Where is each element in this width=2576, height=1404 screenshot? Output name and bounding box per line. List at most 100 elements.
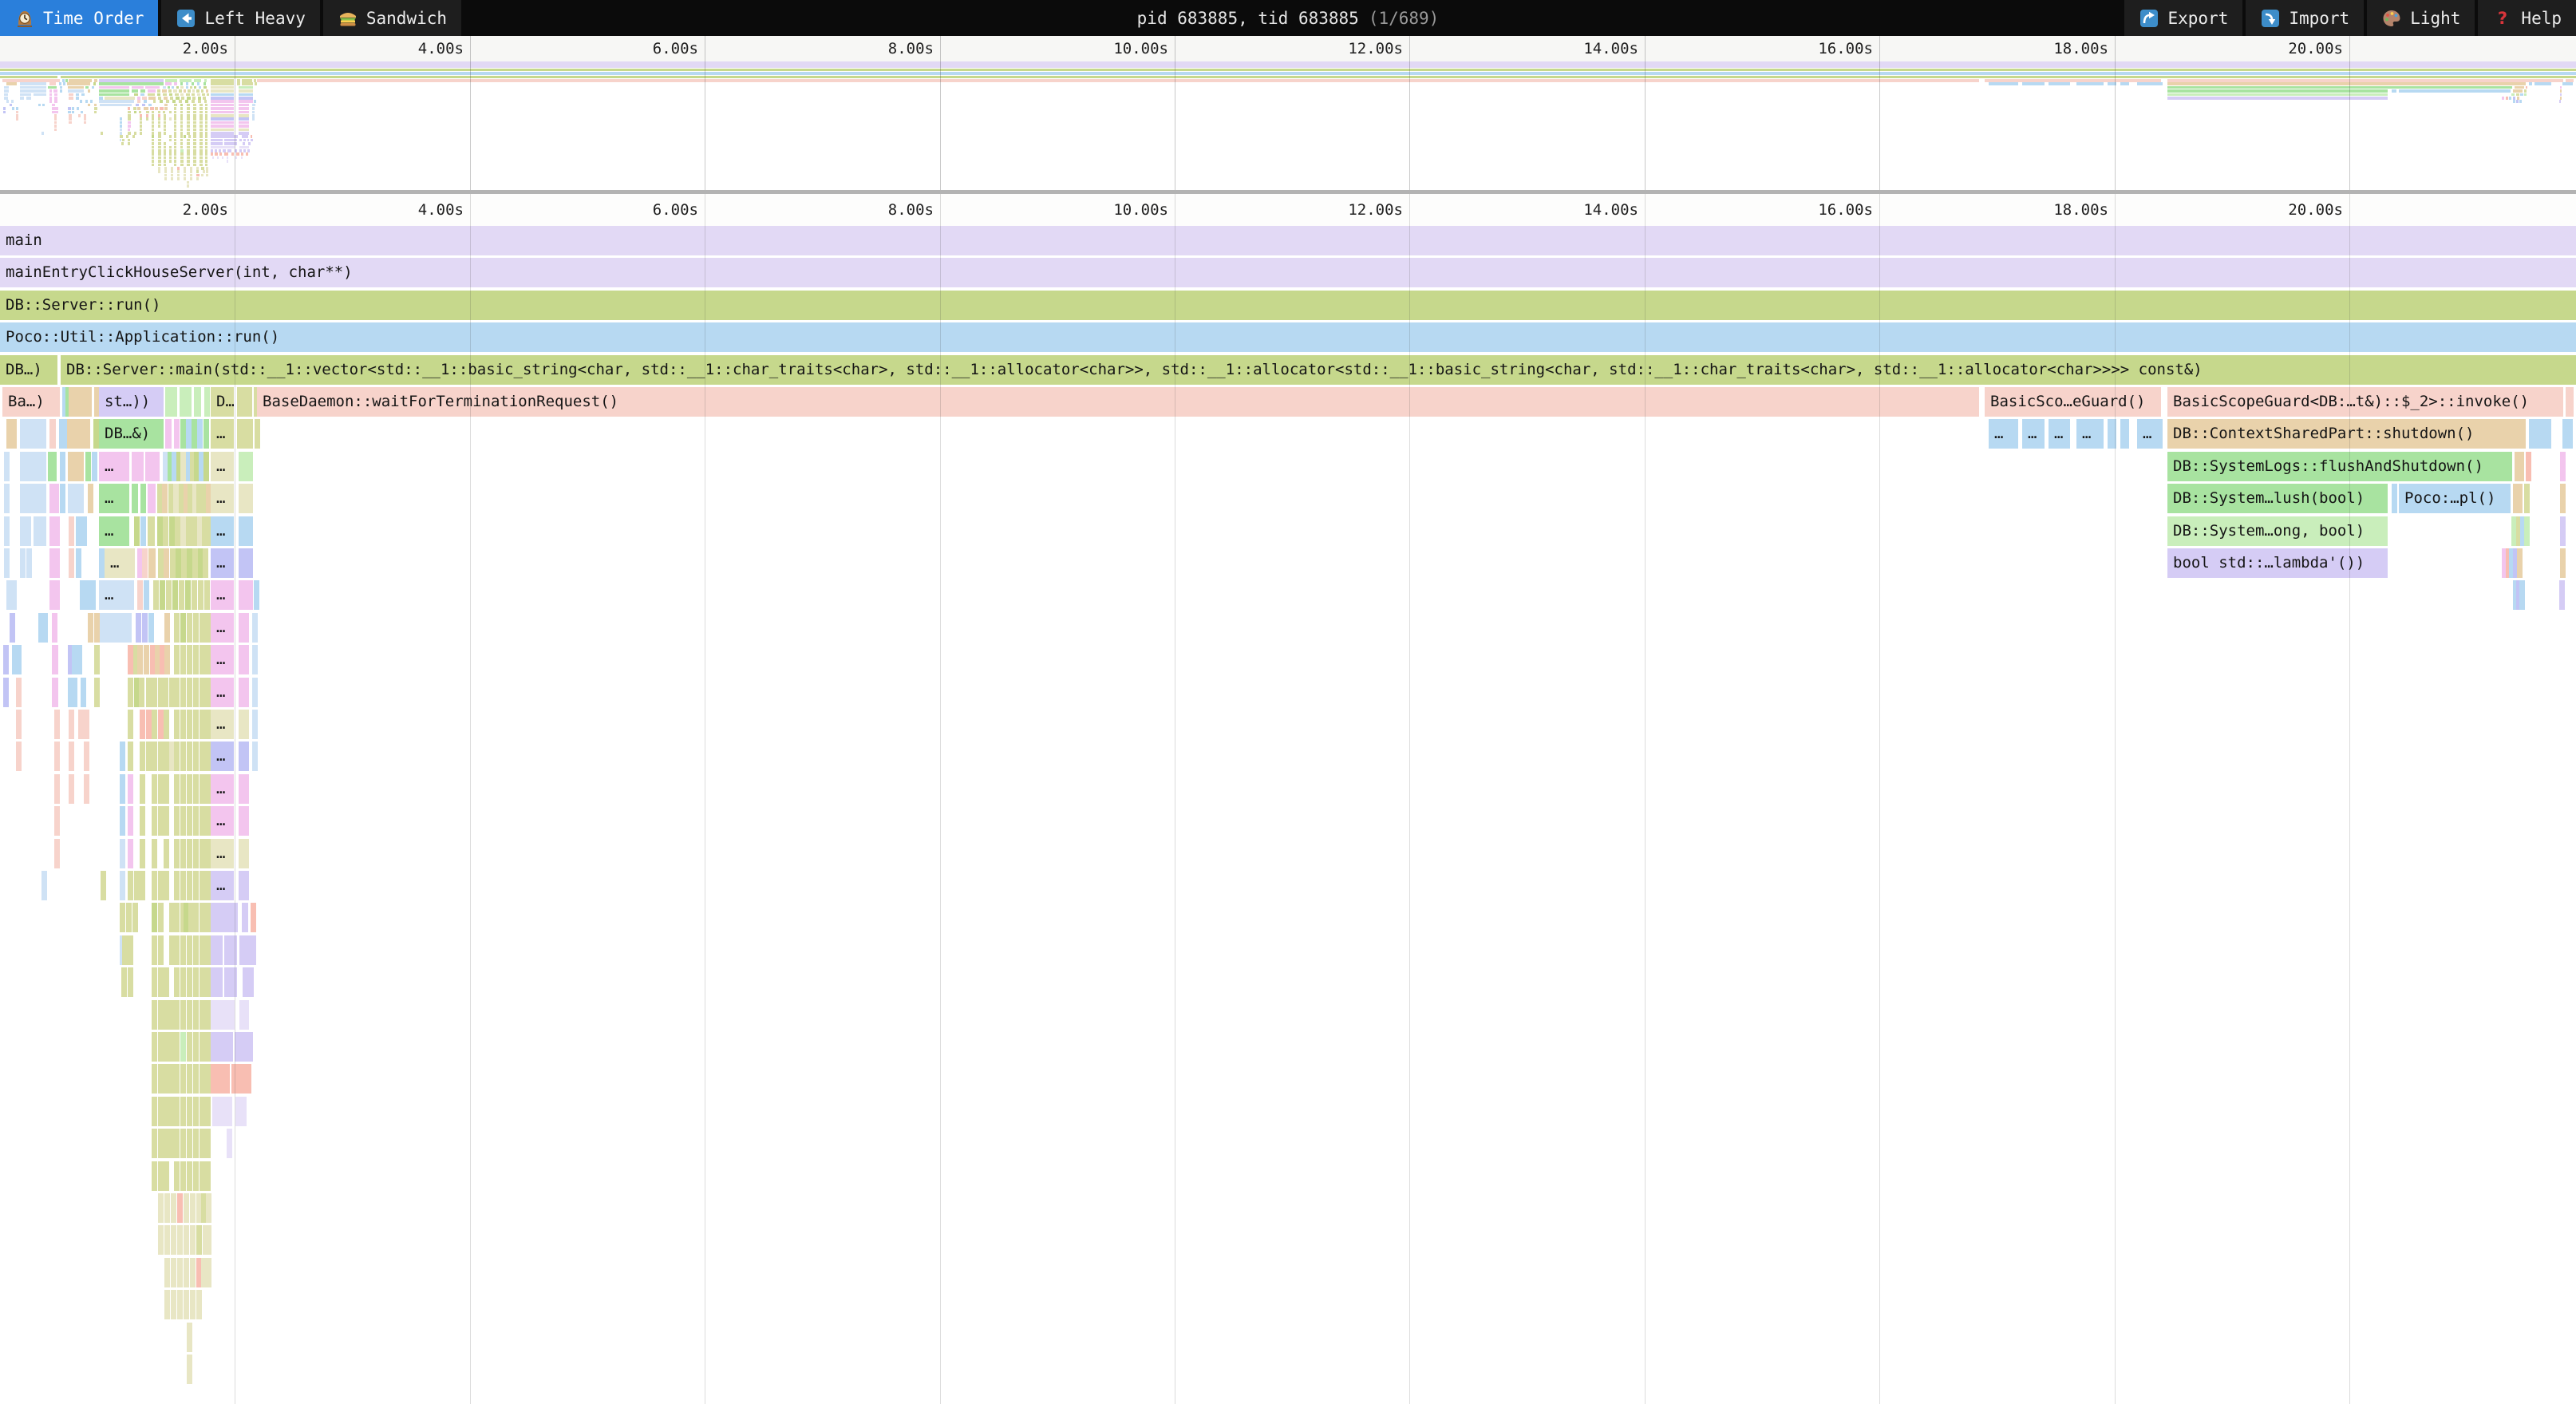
flame-block[interactable] — [187, 548, 192, 578]
flame-block[interactable] — [200, 1161, 205, 1191]
flame-block[interactable] — [69, 387, 92, 417]
flame-block[interactable] — [187, 1000, 192, 1030]
flame-block[interactable] — [84, 774, 89, 804]
flame-block[interactable] — [146, 678, 152, 707]
flame-block[interactable] — [152, 806, 157, 836]
flame-block[interactable] — [193, 935, 199, 965]
flame-block[interactable] — [158, 1161, 164, 1191]
flame-block[interactable] — [187, 1097, 192, 1126]
flame-block[interactable] — [227, 1129, 232, 1158]
flame-block[interactable] — [242, 419, 253, 449]
flame-block[interactable] — [204, 580, 210, 610]
flame-block[interactable] — [205, 613, 211, 643]
flame-block[interactable] — [80, 580, 85, 610]
flame-block[interactable] — [205, 839, 211, 868]
flame-block[interactable] — [49, 419, 56, 449]
flame-block[interactable] — [205, 742, 211, 771]
flame-block[interactable] — [196, 1290, 202, 1319]
flame-block[interactable] — [164, 774, 169, 804]
flame-block[interactable] — [184, 1225, 189, 1255]
flame-block[interactable] — [200, 871, 205, 900]
flame-block[interactable] — [20, 452, 46, 481]
flame-block[interactable] — [187, 678, 192, 707]
flame-block[interactable]: … — [211, 839, 234, 868]
flame-block[interactable] — [3, 645, 9, 674]
flame-block[interactable] — [185, 580, 191, 610]
flame-block[interactable]: mainEntryClickHouseServer(int, char**) — [0, 258, 2576, 287]
flame-block[interactable] — [132, 484, 138, 513]
flame-block[interactable] — [48, 452, 57, 481]
flame-block[interactable] — [132, 452, 144, 481]
flame-block[interactable] — [171, 1225, 176, 1255]
flame-block[interactable] — [128, 710, 133, 739]
flame-block[interactable] — [174, 742, 180, 771]
flame-block[interactable] — [227, 1097, 232, 1126]
flame-block[interactable] — [158, 871, 164, 900]
flame-block[interactable] — [152, 1064, 157, 1094]
flame-block[interactable] — [200, 967, 205, 997]
flame-block[interactable] — [164, 839, 169, 868]
flame-block[interactable] — [162, 484, 168, 513]
flame-block[interactable] — [180, 419, 186, 449]
flame-block[interactable] — [173, 484, 179, 513]
flame-block[interactable] — [140, 774, 145, 804]
flame-block[interactable] — [153, 580, 159, 610]
flame-block[interactable] — [164, 1032, 169, 1062]
flame-block[interactable] — [2566, 387, 2574, 417]
flame-block[interactable] — [16, 742, 22, 771]
flame-block[interactable] — [92, 452, 97, 481]
flame-block[interactable] — [148, 613, 154, 643]
flame-block[interactable] — [192, 580, 197, 610]
flame-block[interactable] — [158, 1032, 164, 1062]
flame-block[interactable] — [54, 742, 60, 771]
flame-block[interactable] — [152, 903, 157, 932]
flame-block[interactable] — [187, 1161, 192, 1191]
flame-block[interactable] — [192, 548, 198, 578]
flame-block[interactable] — [187, 871, 192, 900]
flame-block[interactable] — [203, 548, 208, 578]
flame-block[interactable] — [152, 967, 157, 997]
flame-block[interactable] — [146, 710, 152, 739]
flame-block[interactable] — [158, 1129, 164, 1158]
flame-block[interactable]: … — [211, 742, 234, 771]
flame-block[interactable] — [152, 1000, 157, 1030]
flame-block[interactable]: BaseDaemon::waitForTerminationRequest() — [257, 387, 1979, 417]
flame-block[interactable] — [211, 1000, 235, 1030]
flame-block[interactable]: … — [99, 580, 134, 610]
flame-block[interactable] — [252, 742, 258, 771]
flame-block[interactable] — [193, 1064, 199, 1094]
flame-block[interactable]: Poco::Util::Application::run() — [0, 322, 2576, 352]
flame-block[interactable] — [203, 452, 209, 481]
flame-block[interactable] — [174, 678, 180, 707]
flame-block[interactable] — [160, 580, 165, 610]
flame-block[interactable] — [239, 839, 249, 868]
flame-block[interactable]: … — [211, 871, 234, 900]
flame-block[interactable]: BasicSco…eGuard() — [1985, 387, 2161, 417]
flame-block[interactable] — [139, 678, 144, 707]
flame-block[interactable] — [2560, 548, 2566, 578]
flame-block[interactable] — [54, 839, 60, 868]
flame-block[interactable] — [148, 484, 156, 513]
flame-block[interactable] — [152, 710, 157, 739]
flame-block[interactable]: Ba…) — [2, 387, 60, 417]
flame-block[interactable] — [165, 387, 177, 417]
flame-block[interactable] — [205, 935, 211, 965]
flame-block[interactable] — [190, 1258, 196, 1287]
flame-block[interactable] — [52, 678, 58, 707]
flame-block[interactable] — [205, 967, 211, 997]
flame-block[interactable] — [20, 548, 26, 578]
flame-block[interactable] — [180, 871, 186, 900]
flame-block[interactable] — [140, 516, 146, 546]
flame-block[interactable] — [193, 645, 199, 674]
flame-block[interactable]: DB::System…ong, bool) — [2167, 516, 2388, 546]
flame-block[interactable] — [16, 645, 22, 674]
flame-block[interactable] — [145, 452, 160, 481]
flame-block[interactable] — [126, 903, 132, 932]
flame-block[interactable] — [158, 1097, 164, 1126]
flame-block[interactable] — [186, 419, 192, 449]
flame-block[interactable] — [4, 516, 10, 546]
minimap-ruler[interactable]: 2.00s4.00s6.00s8.00s10.00s12.00s14.00s16… — [0, 36, 2576, 62]
flame-block[interactable] — [174, 419, 180, 449]
flame-block[interactable] — [4, 548, 10, 578]
flame-block[interactable] — [2559, 580, 2565, 610]
